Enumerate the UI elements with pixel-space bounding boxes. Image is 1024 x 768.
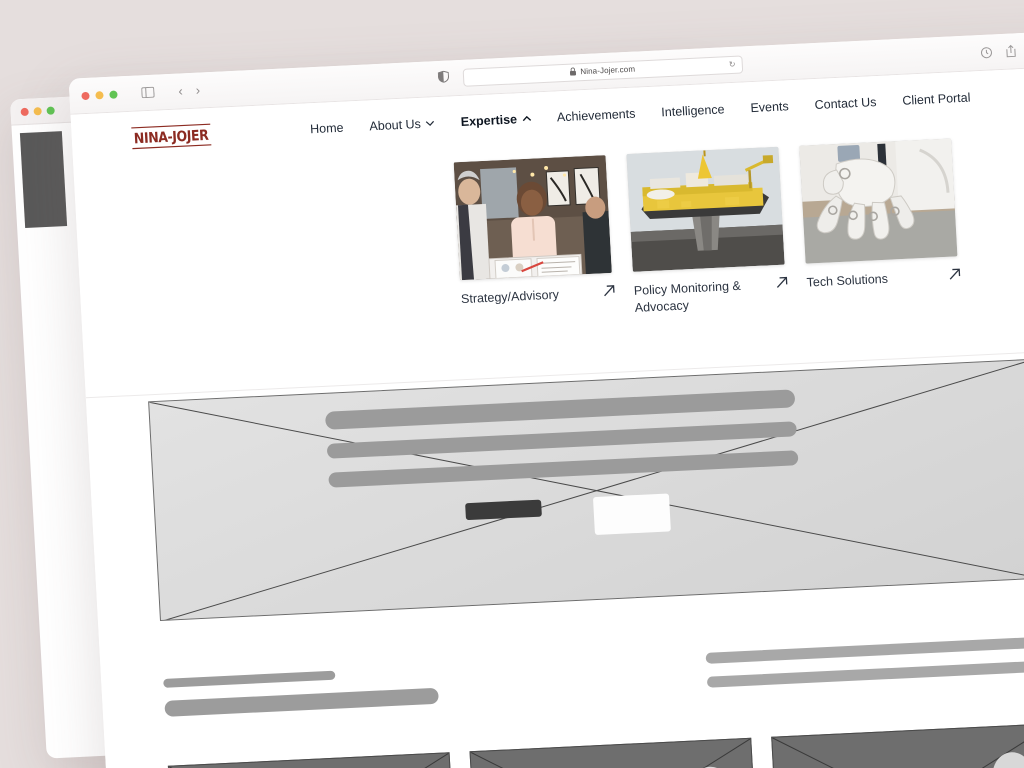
close-button[interactable] <box>81 91 90 100</box>
dropdown-item-label: Policy Monitoring & Advocacy <box>633 278 742 315</box>
downloads-icon[interactable] <box>980 46 993 59</box>
dropdown-item-label: Strategy/Advisory <box>460 287 560 307</box>
nav-label: Events <box>750 99 790 116</box>
nav-item-intelligence[interactable]: Intelligence <box>661 102 725 119</box>
shield-icon[interactable] <box>437 69 449 88</box>
nav-label: Expertise <box>460 112 518 129</box>
hero-bar <box>328 450 799 488</box>
dropdown-item-label: Tech Solutions <box>806 271 889 290</box>
text-bar <box>705 636 1024 664</box>
text-bar <box>706 660 1024 688</box>
nav-label: Achievements <box>556 106 636 125</box>
nav-item-contact-us[interactable]: Contact Us <box>814 95 877 112</box>
nav-item-expertise[interactable]: Expertise <box>460 112 531 129</box>
url-input[interactable]: Nina-Jojer.com ↻ <box>462 54 744 87</box>
sidebar-icon[interactable] <box>141 86 155 99</box>
minimize-button[interactable] <box>33 106 42 115</box>
nav-item-client-portal[interactable]: Client Portal <box>902 91 971 108</box>
nav-label: About Us <box>369 116 422 134</box>
external-link-arrow-icon <box>602 284 616 302</box>
page-content-wireframe <box>86 355 1024 768</box>
dropdown-item-policy-monitoring-advocacy[interactable]: Policy Monitoring & Advocacy <box>626 146 790 317</box>
close-button[interactable] <box>20 107 29 116</box>
chevron-up-icon <box>522 114 531 123</box>
secondary-button[interactable] <box>592 493 671 536</box>
toolbar-right-icons <box>980 42 1024 59</box>
nav-item-about-us[interactable]: About Us <box>369 116 435 133</box>
back-button[interactable]: ‹ <box>178 83 183 98</box>
lock-icon <box>570 66 577 77</box>
primary-button[interactable] <box>465 499 542 521</box>
text-columns <box>163 636 1024 729</box>
navigation-arrows: ‹ › <box>178 82 200 98</box>
background-window-sidebar <box>19 131 68 229</box>
dropdown-item-label-row: Strategy/Advisory <box>461 284 617 309</box>
expertise-dropdown-panel: Strategy/Advisory Policy Monitoring & Ad… <box>73 118 1024 399</box>
nav-label: Client Portal <box>902 90 971 108</box>
card-placeholder-3[interactable] <box>771 723 1024 768</box>
text-column-left <box>163 662 508 729</box>
maximize-button[interactable] <box>109 89 118 99</box>
browser-window[interactable]: ‹ › Nina-Jojer.com ↻ NINA-JOJER Home Abo… <box>68 30 1024 768</box>
site-logo[interactable]: NINA-JOJER <box>131 123 211 149</box>
robotic-hand-photo <box>799 138 958 264</box>
url-text: Nina-Jojer.com <box>580 64 636 77</box>
forward-button[interactable]: › <box>195 82 200 97</box>
dropdown-item-strategy-advisory[interactable]: Strategy/Advisory <box>453 155 618 325</box>
chevron-down-icon <box>426 119 435 128</box>
dropdown-item-label-row: Policy Monitoring & Advocacy <box>633 275 790 316</box>
text-bar <box>163 670 335 688</box>
share-icon[interactable] <box>1005 44 1017 58</box>
nav-label: Contact Us <box>814 95 877 112</box>
dropdown-items: Strategy/Advisory Policy Monitoring & Ad… <box>453 138 963 325</box>
text-bar <box>164 687 440 717</box>
card-grid <box>167 723 1024 768</box>
minimize-button[interactable] <box>95 90 104 99</box>
external-link-arrow-icon <box>948 267 962 285</box>
nav-item-home[interactable]: Home <box>310 121 344 137</box>
reload-icon[interactable]: ↻ <box>729 60 736 69</box>
card-placeholder-2[interactable] <box>469 737 760 768</box>
nav-label: Intelligence <box>660 102 725 120</box>
card-placeholder-1[interactable] <box>167 752 459 768</box>
dropdown-item-tech-solutions[interactable]: Tech Solutions <box>799 138 963 308</box>
traffic-lights <box>81 89 118 100</box>
nav-label: Home <box>309 120 344 137</box>
offshore-oil-platform-photo <box>626 146 785 272</box>
nav-item-events[interactable]: Events <box>750 99 789 115</box>
dropdown-item-label-row: Tech Solutions <box>806 267 962 292</box>
external-link-arrow-icon <box>775 275 789 293</box>
maximize-button[interactable] <box>46 105 55 115</box>
people-meeting-photo <box>453 155 612 281</box>
nav-item-achievements[interactable]: Achievements <box>557 107 636 125</box>
text-column-right <box>705 636 1024 703</box>
desktop-stage: ‹ › Nina-Jojer.com ↻ NINA-JOJER Home Abo… <box>0 0 1024 768</box>
hero-image-placeholder <box>148 358 1024 621</box>
